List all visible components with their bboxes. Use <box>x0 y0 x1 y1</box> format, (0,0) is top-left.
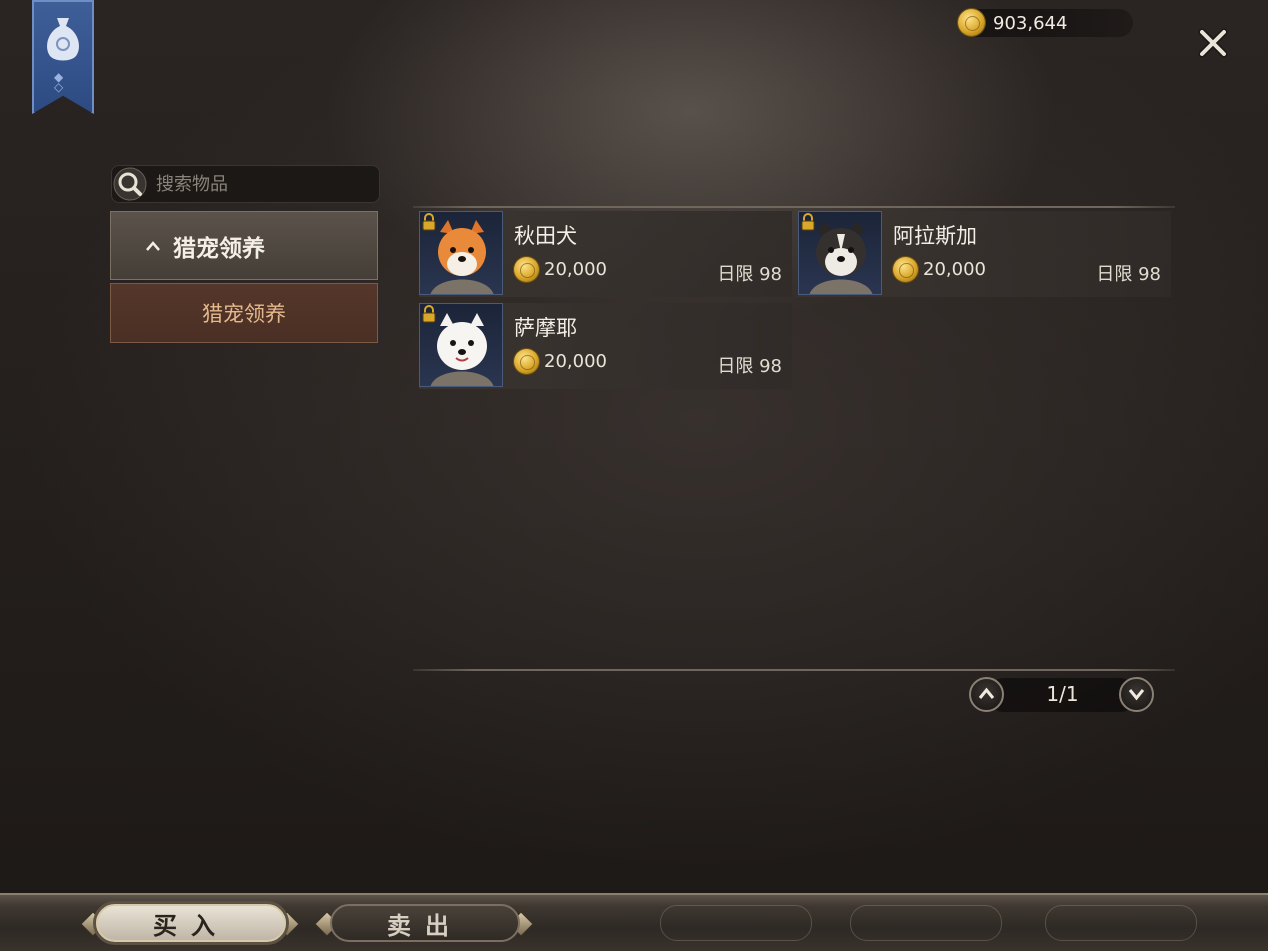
shop-banner: ◆ ◇ <box>32 0 94 114</box>
lock-icon <box>801 213 815 231</box>
money-bag-icon <box>47 18 79 61</box>
close-button[interactable] <box>1196 26 1230 60</box>
tab-buy[interactable]: 买入 <box>96 904 286 942</box>
item-price: 20,000 <box>923 259 986 280</box>
shop-item-akita[interactable]: 秋田犬 20,000 日限 98 <box>419 211 792 297</box>
pagination: 1/1 <box>969 676 1156 714</box>
gold-coin-icon <box>514 349 539 374</box>
search-icon[interactable] <box>113 167 147 201</box>
shop-item-alaskan[interactable]: 阿拉斯加 20,000 日限 98 <box>798 211 1171 297</box>
close-icon <box>1198 28 1228 58</box>
search-input[interactable] <box>154 172 373 196</box>
banner-decoration: ◆ ◇ <box>54 70 64 94</box>
chevron-up-icon <box>146 240 160 251</box>
list-top-divider <box>413 206 1175 208</box>
gold-balance: 903,644 <box>958 9 1133 37</box>
category-item-label: 猎宠领养 <box>202 302 286 326</box>
gold-amount: 903,644 <box>993 13 1068 34</box>
category-header-label: 猎宠领养 <box>173 234 265 262</box>
item-daily-limit: 日限 98 <box>717 264 782 285</box>
item-price: 20,000 <box>544 351 607 372</box>
item-daily-limit: 日限 98 <box>1096 264 1161 285</box>
gold-coin-icon <box>514 257 539 282</box>
bar-ornament <box>660 905 812 941</box>
page-down-button[interactable] <box>1119 677 1154 712</box>
item-price: 20,000 <box>544 259 607 280</box>
lock-icon <box>422 213 436 231</box>
item-name: 秋田犬 <box>514 224 577 248</box>
bar-ornament <box>1045 905 1197 941</box>
category-header[interactable]: 猎宠领养 <box>110 211 378 280</box>
item-daily-limit: 日限 98 <box>717 356 782 377</box>
item-name: 阿拉斯加 <box>893 224 977 248</box>
tab-sell[interactable]: 卖出 <box>330 904 520 942</box>
item-name: 萨摩耶 <box>514 316 577 340</box>
chevron-down-icon <box>1128 689 1145 701</box>
category-item-pet-adoption[interactable]: 猎宠领养 <box>110 283 378 343</box>
lock-icon <box>422 305 436 323</box>
bar-ornament <box>850 905 1002 941</box>
search-bar <box>111 165 380 203</box>
gold-coin-icon <box>958 9 985 36</box>
list-bottom-divider <box>413 669 1175 671</box>
shop-item-samoyed[interactable]: 萨摩耶 20,000 日限 98 <box>419 303 792 389</box>
gold-coin-icon <box>893 257 918 282</box>
